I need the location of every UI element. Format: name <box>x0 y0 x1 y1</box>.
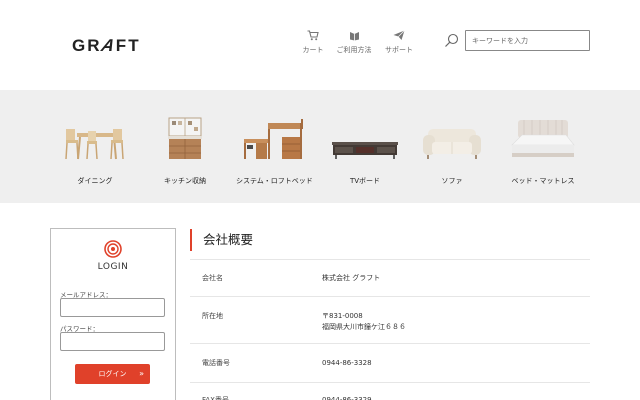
cart-icon <box>307 30 319 41</box>
kitchen-cabinet-image <box>168 117 202 159</box>
login-title: LOGIN <box>97 262 129 272</box>
info-row-phone: 電話番号 0944-86-3328 <box>190 344 590 383</box>
info-key: 会社名 <box>202 274 223 282</box>
category-sofa[interactable]: ソファ <box>420 115 484 186</box>
info-key: FAX番号 <box>202 396 229 400</box>
site-logo[interactable]: GRAFT <box>72 36 141 56</box>
login-button[interactable]: ログイン » <box>75 364 150 384</box>
category-bed-label: ベッド・マットレス <box>511 177 575 185</box>
nav-cart[interactable]: カート <box>300 30 326 55</box>
login-button-label: ログイン <box>98 370 127 378</box>
info-value-address: 福岡県大川市鐘ケ江６８６ <box>322 323 406 331</box>
login-panel: LOGIN メールアドレス： パスワード： ログイン » <box>50 228 176 400</box>
search-input[interactable] <box>465 30 590 51</box>
category-bed[interactable]: ベッド・マットレス <box>505 115 581 186</box>
site-header: GRAFT カート ご利用方法 サポート <box>0 0 640 90</box>
search-icon[interactable] <box>444 33 459 48</box>
nav-support[interactable]: サポート <box>384 30 414 55</box>
info-row-company-name: 会社名 株式会社 グラフト <box>190 260 590 297</box>
info-value: 0944-86-3328 <box>322 359 372 367</box>
category-tv-board-label: TVボード <box>349 177 381 185</box>
category-loft-bed-label: システム・ロフトベッド <box>236 177 313 185</box>
book-icon <box>349 32 359 41</box>
category-loft-bed[interactable]: システム・ロフトベッド <box>236 115 313 186</box>
page-title: 会社概要 <box>190 229 253 251</box>
nav-cart-label: カート <box>302 46 324 54</box>
bed-image <box>511 120 575 157</box>
info-value: 株式会社 グラフト <box>322 274 381 282</box>
paper-plane-icon <box>393 30 405 40</box>
nav-guide[interactable]: ご利用方法 <box>334 30 374 55</box>
login-spiral-icon <box>104 240 122 258</box>
dining-set-image <box>65 129 124 160</box>
info-row-fax: FAX番号 0944-86-3329 <box>190 383 590 400</box>
info-row-address: 所在地 〒831-0008 福岡県大川市鐘ケ江６８６ <box>190 297 590 344</box>
tv-board-image <box>332 142 398 159</box>
category-kitchen[interactable]: キッチン収納 <box>155 115 215 186</box>
email-field[interactable] <box>60 298 165 317</box>
category-dining-label: ダイニング <box>77 177 113 185</box>
password-field[interactable] <box>60 332 165 351</box>
category-tv-board[interactable]: TVボード <box>331 115 399 186</box>
double-chevron-right-icon: » <box>139 369 144 378</box>
info-key: 所在地 <box>202 312 223 320</box>
loft-bed-image <box>244 119 303 159</box>
category-band: ダイニング キッチン収納 システム・ロフトベッド TVボード ソファ ベッド・マ… <box>0 90 640 203</box>
info-key: 電話番号 <box>202 359 230 367</box>
sofa-image <box>423 129 481 159</box>
category-kitchen-label: キッチン収納 <box>164 177 206 185</box>
nav-support-label: サポート <box>385 46 413 54</box>
category-sofa-label: ソファ <box>441 177 463 185</box>
category-dining[interactable]: ダイニング <box>63 115 127 186</box>
nav-guide-label: ご利用方法 <box>336 46 372 54</box>
info-value: 0944-86-3329 <box>322 396 372 400</box>
